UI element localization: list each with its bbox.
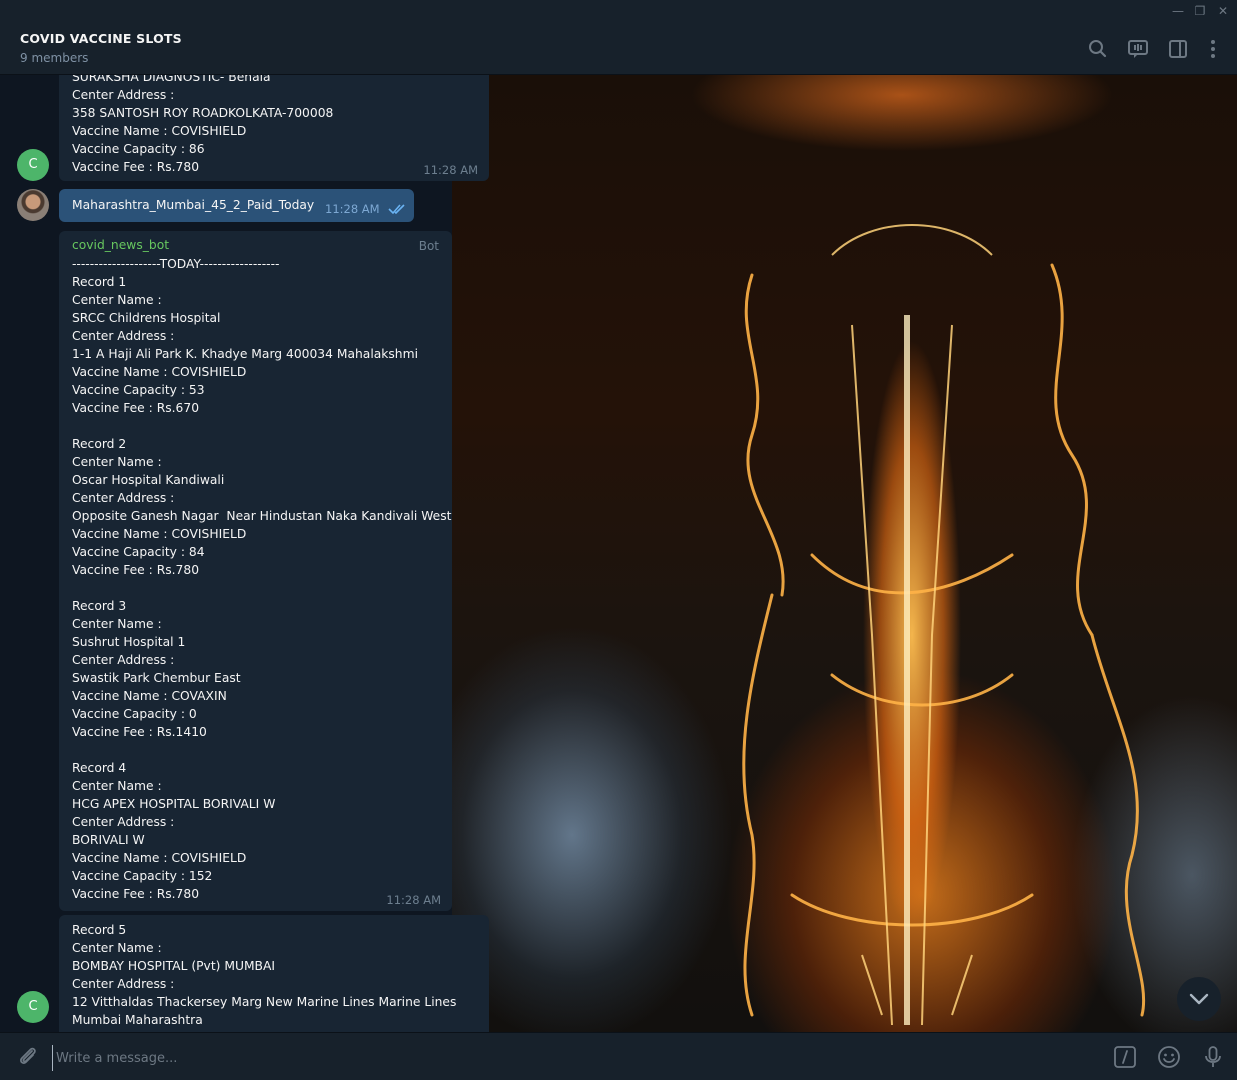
- message-line: Center Name :: [72, 455, 162, 469]
- more-menu-icon[interactable]: [1200, 36, 1226, 62]
- message-line: 12 Vitthaldas Thackersey Marg New Marine…: [72, 995, 457, 1009]
- message-line: SRCC Childrens Hospital: [72, 311, 221, 325]
- message-time: 11:28 AM: [386, 893, 441, 907]
- message-line: Vaccine Capacity : 84: [72, 545, 205, 559]
- message-line: Vaccine Fee : Rs.670: [72, 401, 200, 415]
- message-line: SURAKSHA DIAGNOSTIC- Behala: [72, 75, 271, 84]
- message-line: Oscar Hospital Kandiwali: [72, 473, 225, 487]
- close-icon[interactable]: ✕: [1213, 2, 1233, 20]
- message-bubble-outgoing[interactable]: Maharashtra_Mumbai_45_2_Paid_Today 11:28…: [59, 189, 414, 222]
- search-icon[interactable]: [1085, 36, 1111, 62]
- message-line: --------------------TODAY---------------…: [72, 257, 280, 271]
- message-line: Vaccine Name : COVISHIELD: [72, 527, 247, 541]
- chat-area[interactable]: SURAKSHA DIAGNOSTIC- Behala Center Addre…: [0, 75, 1237, 1032]
- member-count[interactable]: 9 members: [20, 51, 88, 65]
- message-line: Vaccine Name : COVISHIELD: [72, 851, 247, 865]
- message-line: Vaccine Name : COVAXIN: [72, 689, 227, 703]
- message-body: --------------------TODAY---------------…: [72, 255, 451, 903]
- message-time: 11:28 AM: [423, 163, 478, 177]
- minimize-icon[interactable]: —: [1168, 2, 1188, 20]
- chat-title[interactable]: COVID VACCINE SLOTS: [20, 31, 182, 46]
- voice-chat-icon[interactable]: [1125, 36, 1151, 62]
- message-line: Vaccine Name : COVISHIELD: [72, 365, 247, 379]
- message-line: Opposite Ganesh Nagar Near Hindustan Nak…: [72, 509, 452, 523]
- message-composer: [0, 1032, 1237, 1080]
- message-line: Vaccine Capacity : 53: [72, 383, 205, 397]
- chat-header[interactable]: COVID VACCINE SLOTS 9 members: [0, 22, 1237, 75]
- double-check-icon: [388, 204, 405, 215]
- avatar[interactable]: C: [17, 991, 49, 1023]
- message-line: Vaccine Fee : Rs.780: [72, 160, 200, 174]
- sidebar-toggle-icon[interactable]: [1165, 36, 1191, 62]
- message-line: BOMBAY HOSPITAL (Pvt) MUMBAI: [72, 959, 276, 973]
- message-line: Sushrut Hospital 1: [72, 635, 186, 649]
- message-bubble[interactable]: Record 5 Center Name : BOMBAY HOSPITAL (…: [59, 915, 489, 1032]
- message-line: Center Address :: [72, 977, 175, 991]
- chevron-down-icon: [1189, 993, 1209, 1005]
- message-line: Record 3: [72, 599, 127, 613]
- message-line: Record 5: [72, 923, 127, 937]
- message-time: 11:28 AM: [325, 202, 380, 216]
- message-line: Center Address :: [72, 88, 175, 102]
- message-line: Center Address :: [72, 329, 175, 343]
- window-titlebar: — ❐ ✕: [0, 0, 1237, 22]
- message-line: ​: [72, 417, 451, 435]
- message-line: Swastik Park Chembur East: [72, 671, 241, 685]
- message-line: Center Address :: [72, 491, 175, 505]
- message-line: Vaccine Fee : Rs.1410: [72, 725, 207, 739]
- message-line: ​: [72, 741, 451, 759]
- message-line: BORIVALI W: [72, 833, 145, 847]
- attach-icon[interactable]: [14, 1043, 42, 1071]
- message-line: Vaccine Capacity : 0: [72, 707, 197, 721]
- message-line: Vaccine Capacity : 152: [72, 869, 213, 883]
- avatar[interactable]: C: [17, 149, 49, 181]
- message-line: Record 2: [72, 437, 127, 451]
- message-line: Vaccine Fee : Rs.780: [72, 563, 200, 577]
- microphone-icon[interactable]: [1199, 1043, 1227, 1071]
- message-line: Record 1: [72, 275, 127, 289]
- message-line: Mumbai Maharashtra: [72, 1013, 203, 1027]
- message-line: 358 SANTOSH ROY ROADKOLKATA-700008: [72, 106, 334, 120]
- message-line: ​: [72, 579, 451, 597]
- message-bubble[interactable]: SURAKSHA DIAGNOSTIC- Behala Center Addre…: [59, 75, 489, 181]
- message-input[interactable]: [52, 1045, 1098, 1071]
- message-line: 1-1 A Haji Ali Park K. Khadye Marg 40003…: [72, 347, 418, 361]
- chat-wallpaper: [452, 75, 1237, 1032]
- user-avatar[interactable]: [17, 189, 49, 221]
- sender-name[interactable]: covid_news_bot: [72, 238, 169, 252]
- message-line: Center Name :: [72, 779, 162, 793]
- bot-commands-icon[interactable]: [1111, 1043, 1139, 1071]
- emoji-icon[interactable]: [1155, 1043, 1183, 1071]
- message-line: Vaccine Capacity : 86: [72, 142, 205, 156]
- message-line: Center Name :: [72, 941, 162, 955]
- message-line: Vaccine Name : COVISHIELD: [72, 124, 247, 138]
- message-line: Center Name :: [72, 617, 162, 631]
- message-line: Center Address :: [72, 815, 175, 829]
- restore-icon[interactable]: ❐: [1190, 2, 1210, 20]
- message-line: Center Name :: [72, 293, 162, 307]
- message-text: Maharashtra_Mumbai_45_2_Paid_Today: [72, 198, 315, 212]
- scroll-to-bottom-button[interactable]: [1177, 977, 1221, 1021]
- message-line: Center Address :: [72, 653, 175, 667]
- message-bubble-bot[interactable]: covid_news_bot Bot --------------------T…: [59, 231, 452, 911]
- message-line: Record 4: [72, 761, 127, 775]
- message-line: HCG APEX HOSPITAL BORIVALI W: [72, 797, 276, 811]
- bot-badge: Bot: [418, 239, 439, 253]
